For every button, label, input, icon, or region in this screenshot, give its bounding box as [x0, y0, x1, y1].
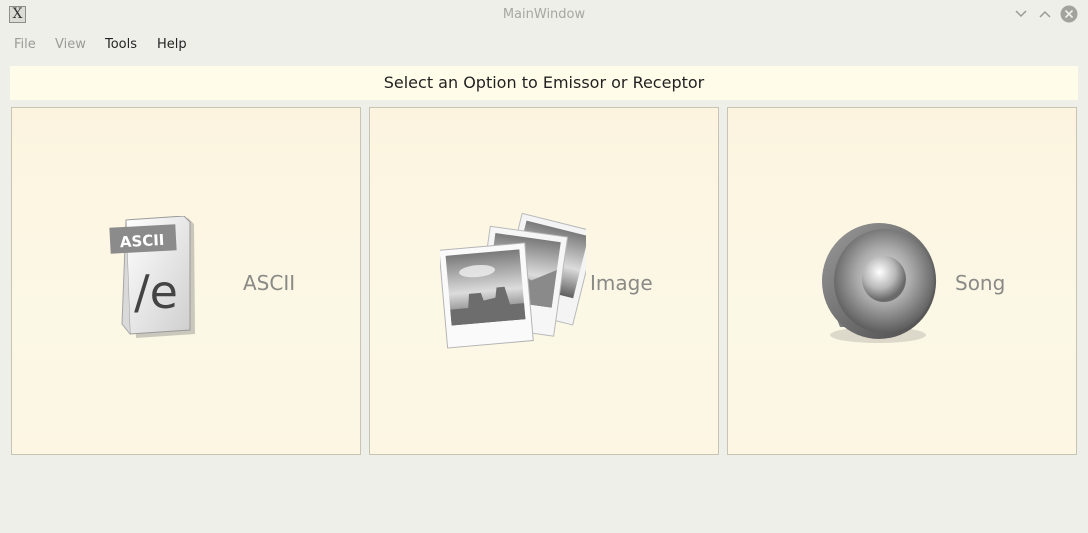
- ascii-option-button[interactable]: ASCII /e ASCII: [11, 107, 361, 455]
- close-icon[interactable]: [1060, 5, 1078, 23]
- menu-help[interactable]: Help: [157, 37, 187, 52]
- menu-view[interactable]: View: [55, 37, 86, 52]
- image-option-label: Image: [590, 271, 653, 295]
- ascii-file-icon: ASCII /e: [108, 215, 204, 344]
- window-title: MainWindow: [502, 7, 586, 22]
- menu-bar: File View Tools Help: [0, 30, 1088, 58]
- instruction-banner: Select an Option to Emissor or Receptor: [10, 66, 1078, 100]
- ascii-icon-glyph: /e: [134, 265, 178, 319]
- menu-tools[interactable]: Tools: [105, 37, 137, 52]
- minimize-icon[interactable]: [1012, 5, 1030, 23]
- title-bar: X MainWindow: [0, 0, 1088, 28]
- song-option-button[interactable]: Song: [727, 107, 1077, 455]
- menu-file[interactable]: File: [14, 37, 36, 52]
- speaker-icon: [818, 223, 948, 357]
- maximize-icon[interactable]: [1036, 5, 1054, 23]
- ascii-option-label: ASCII: [243, 271, 296, 295]
- song-option-label: Song: [955, 271, 1006, 295]
- ascii-icon-badge: ASCII: [119, 231, 164, 251]
- photos-icon: [438, 212, 597, 357]
- image-option-button[interactable]: Image: [369, 107, 719, 455]
